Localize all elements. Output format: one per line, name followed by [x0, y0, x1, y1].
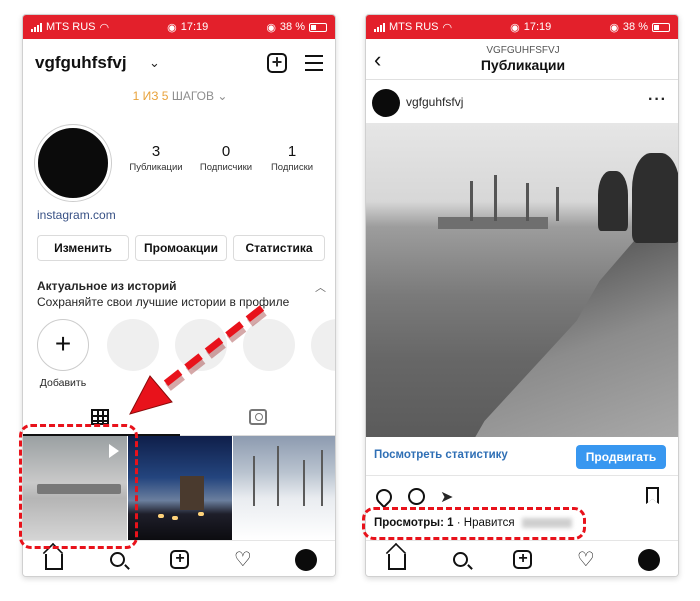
- annotation-arrow: [129, 305, 267, 415]
